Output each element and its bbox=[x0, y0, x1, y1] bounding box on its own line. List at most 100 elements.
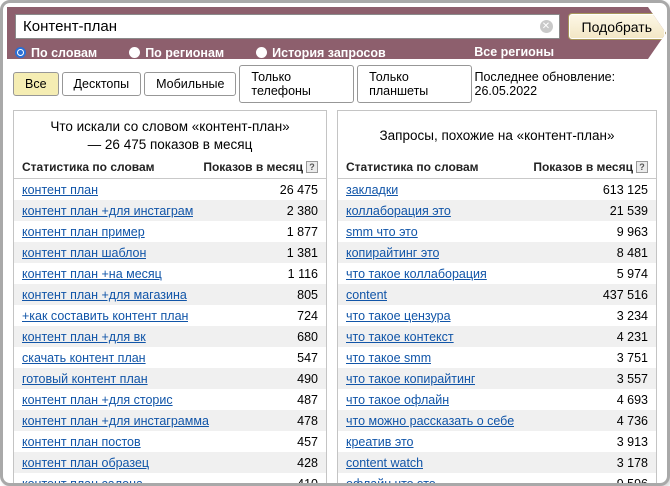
impressions-value: 3 557 bbox=[617, 372, 648, 386]
mode-switcher: По словам По регионам История запросов В… bbox=[7, 42, 666, 60]
panel-title: Что искали со словом «контент-план» — 26… bbox=[14, 111, 326, 157]
table-row: контент план 26 475 bbox=[14, 179, 326, 200]
keyword-link[interactable]: что такое офлайн bbox=[346, 393, 449, 407]
table-row: content watch 3 178 bbox=[338, 452, 656, 473]
all-regions-link[interactable]: Все регионы bbox=[474, 45, 554, 60]
table-row: готовый контент план 490 bbox=[14, 368, 326, 389]
impressions-value: 3 913 bbox=[617, 435, 648, 449]
radio-icon bbox=[256, 47, 267, 58]
keyword-link[interactable]: что такое контекст bbox=[346, 330, 454, 344]
table-row: копирайтинг это 8 481 bbox=[338, 242, 656, 263]
keyword-table: контент план 26 475 контент план +для ин… bbox=[14, 179, 326, 486]
impressions-value: 3 234 bbox=[617, 309, 648, 323]
keyword-link[interactable]: контент план салона bbox=[22, 477, 143, 486]
table-row: контент план салона 410 bbox=[14, 473, 326, 486]
table-row: контент план +для сторис 487 bbox=[14, 389, 326, 410]
impressions-value: 9 963 bbox=[617, 225, 648, 239]
keyword-link[interactable]: что такое коллаборация bbox=[346, 267, 487, 281]
keyword-table: закладки 613 125 коллаборация это 21 539… bbox=[338, 179, 656, 486]
table-row: контент план +на месяц 1 116 bbox=[14, 263, 326, 284]
keyword-link[interactable]: контент план bbox=[22, 183, 98, 197]
clear-icon[interactable]: ✕ bbox=[540, 20, 553, 33]
search-input[interactable] bbox=[15, 14, 560, 39]
search-bar: ✕ Подобрать По словам По регионам Истори… bbox=[7, 7, 666, 59]
table-row: контент план +для магазина 805 bbox=[14, 284, 326, 305]
col-keyword-header: Статистика по словам bbox=[346, 160, 479, 174]
tab-tablets-only[interactable]: Только планшеты bbox=[357, 65, 471, 103]
table-header: Статистика по словам Показов в месяц ? bbox=[338, 157, 656, 179]
keyword-link[interactable]: контент план +на месяц bbox=[22, 267, 162, 281]
keyword-link[interactable]: контент план +для инстаграм bbox=[22, 204, 193, 218]
impressions-value: 3 178 bbox=[617, 456, 648, 470]
impressions-value: 478 bbox=[297, 414, 318, 428]
table-row: контент план +для инстаграм 2 380 bbox=[14, 200, 326, 221]
impressions-value: 457 bbox=[297, 435, 318, 449]
keyword-link[interactable]: что такое smm bbox=[346, 351, 431, 365]
panel-title: Запросы, похожие на «контент-план» bbox=[338, 111, 656, 157]
keyword-link[interactable]: коллаборация это bbox=[346, 204, 451, 218]
submit-button[interactable]: Подобрать bbox=[568, 13, 667, 40]
tab-all[interactable]: Все bbox=[13, 72, 59, 96]
table-row: контент план +для вк 680 bbox=[14, 326, 326, 347]
keyword-link[interactable]: контент план постов bbox=[22, 435, 141, 449]
radio-by-regions[interactable]: По регионам bbox=[129, 46, 224, 60]
radio-by-words[interactable]: По словам bbox=[15, 46, 97, 60]
keyword-link[interactable]: офлайн что это bbox=[346, 477, 436, 486]
impressions-value: 547 bbox=[297, 351, 318, 365]
keyword-link[interactable]: контент план +для инстаграмма bbox=[22, 414, 209, 428]
keyword-link[interactable]: контент план +для вк bbox=[22, 330, 146, 344]
keyword-link[interactable]: закладки bbox=[346, 183, 398, 197]
keyword-link[interactable]: +как составить контент план bbox=[22, 309, 188, 323]
table-row: что такое офлайн 4 693 bbox=[338, 389, 656, 410]
keyword-link[interactable]: контент план шаблон bbox=[22, 246, 146, 260]
impressions-value: 5 974 bbox=[617, 267, 648, 281]
keyword-link[interactable]: content bbox=[346, 288, 387, 302]
impressions-value: 487 bbox=[297, 393, 318, 407]
impressions-value: 490 bbox=[297, 372, 318, 386]
table-row: что такое копирайтинг 3 557 bbox=[338, 368, 656, 389]
results-area: Что искали со словом «контент-план» — 26… bbox=[13, 110, 657, 486]
table-row: офлайн что это 9 596 bbox=[338, 473, 656, 486]
keyword-link[interactable]: что такое цензура bbox=[346, 309, 451, 323]
help-icon[interactable]: ? bbox=[306, 161, 318, 173]
tab-mobile[interactable]: Мобильные bbox=[144, 72, 236, 96]
keyword-link[interactable]: готовый контент план bbox=[22, 372, 148, 386]
impressions-value: 26 475 bbox=[280, 183, 318, 197]
impressions-value: 2 380 bbox=[287, 204, 318, 218]
impressions-value: 1 116 bbox=[288, 267, 318, 281]
table-row: коллаборация это 21 539 bbox=[338, 200, 656, 221]
impressions-value: 410 bbox=[297, 477, 318, 486]
keyword-link[interactable]: content watch bbox=[346, 456, 423, 470]
table-row: контент план пример 1 877 bbox=[14, 221, 326, 242]
impressions-value: 9 596 bbox=[617, 477, 648, 486]
impressions-value: 4 231 bbox=[617, 330, 648, 344]
keyword-link[interactable]: креатив это bbox=[346, 435, 414, 449]
table-row: контент план +для инстаграмма 478 bbox=[14, 410, 326, 431]
tab-desktops[interactable]: Десктопы bbox=[62, 72, 142, 96]
impressions-value: 805 bbox=[297, 288, 318, 302]
impressions-value: 680 bbox=[297, 330, 318, 344]
keyword-link[interactable]: что можно рассказать о себе bbox=[346, 414, 514, 428]
device-tabs: Все Десктопы Мобильные Только телефоны Т… bbox=[13, 65, 657, 103]
radio-query-history[interactable]: История запросов bbox=[256, 46, 386, 60]
table-row: content 437 516 bbox=[338, 284, 656, 305]
table-row: smm что это 9 963 bbox=[338, 221, 656, 242]
table-header: Статистика по словам Показов в месяц ? bbox=[14, 157, 326, 179]
keyword-link[interactable]: smm что это bbox=[346, 225, 418, 239]
table-row: что такое коллаборация 5 974 bbox=[338, 263, 656, 284]
impressions-value: 613 125 bbox=[603, 183, 648, 197]
radio-label: По словам bbox=[31, 46, 97, 60]
table-row: контент план постов 457 bbox=[14, 431, 326, 452]
keyword-link[interactable]: копирайтинг это bbox=[346, 246, 439, 260]
keyword-link[interactable]: скачать контент план bbox=[22, 351, 146, 365]
panel-similar-queries: Запросы, похожие на «контент-план» Стати… bbox=[337, 110, 657, 486]
keyword-link[interactable]: контент план +для магазина bbox=[22, 288, 187, 302]
col-impressions-header: Показов в месяц bbox=[533, 160, 633, 174]
keyword-link[interactable]: контент план +для сторис bbox=[22, 393, 173, 407]
keyword-link[interactable]: контент план образец bbox=[22, 456, 149, 470]
keyword-link[interactable]: контент план пример bbox=[22, 225, 145, 239]
help-icon[interactable]: ? bbox=[636, 161, 648, 173]
tab-phones-only[interactable]: Только телефоны bbox=[239, 65, 354, 103]
impressions-value: 1 877 bbox=[287, 225, 318, 239]
keyword-link[interactable]: что такое копирайтинг bbox=[346, 372, 475, 386]
